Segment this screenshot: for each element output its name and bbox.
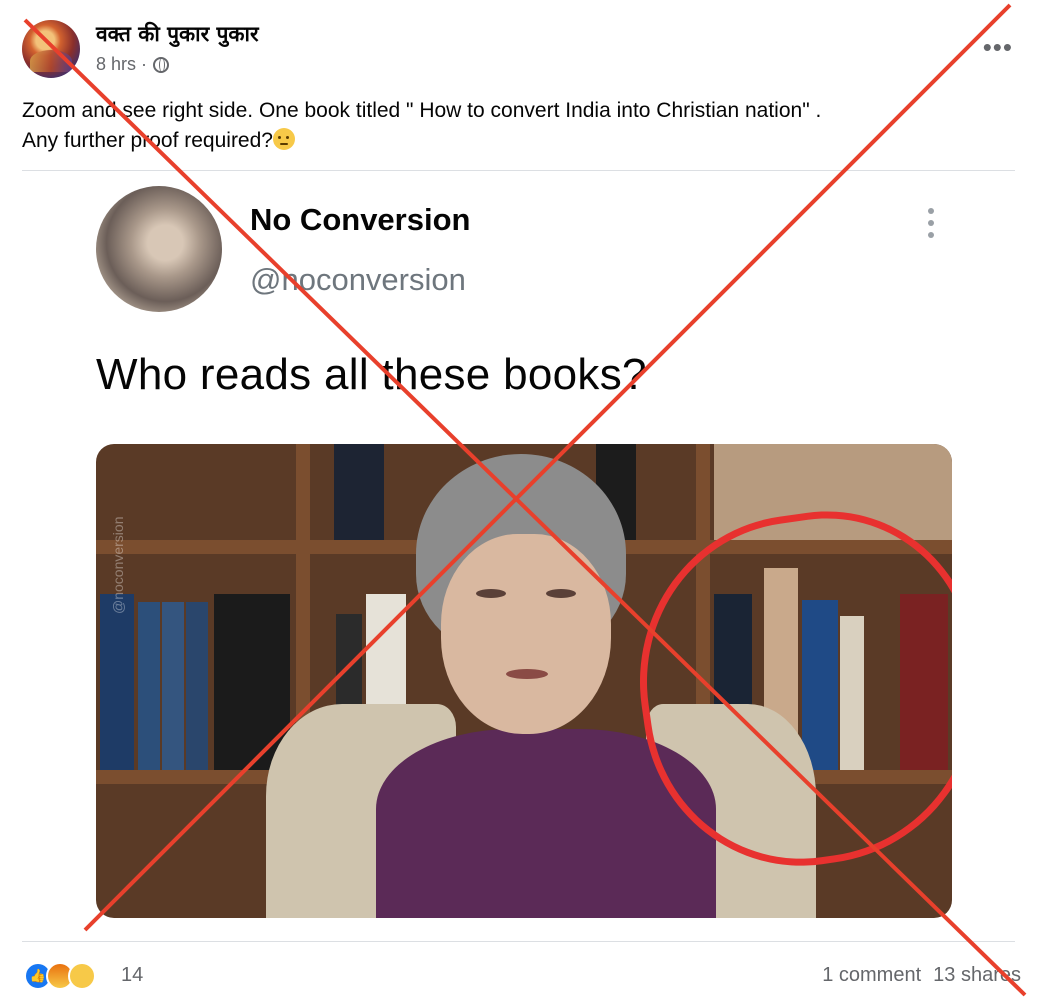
- photo-watermark: @noconversion: [110, 516, 126, 615]
- tweet-author-name: No Conversion: [250, 202, 471, 237]
- tweet-avatar: [96, 186, 222, 312]
- eye: [546, 589, 576, 598]
- caption-line-1: Zoom and see right side. One book titled…: [22, 99, 822, 122]
- book: [138, 602, 160, 770]
- book: [100, 594, 134, 770]
- post-meta: 8 hrs ·: [96, 54, 170, 75]
- book: [162, 602, 184, 770]
- rolling-eyes-emoji-icon: [272, 128, 295, 150]
- divider: [22, 941, 1015, 942]
- tweet-author-handle: @noconversion: [250, 262, 466, 297]
- tweet-kebab-icon: [928, 208, 936, 244]
- globe-icon: [153, 56, 170, 73]
- page-name[interactable]: वक्त की पुकार पुकार: [96, 20, 259, 48]
- caption-line-2: Any further proof required?: [22, 129, 273, 152]
- caption-line-2-wrap: Any further proof required?: [22, 126, 982, 156]
- post-header: वक्त की पुकार पुकार 8 hrs · •••: [0, 0, 1037, 90]
- post-caption: Zoom and see right side. One book titled…: [22, 96, 982, 156]
- face: [441, 534, 611, 734]
- eye: [476, 589, 506, 598]
- comments-count[interactable]: 1 comment: [822, 964, 921, 987]
- sad-reaction-icon: [68, 962, 96, 990]
- reaction-count[interactable]: 14: [121, 964, 143, 987]
- more-options-icon[interactable]: •••: [983, 34, 1013, 60]
- book: [186, 602, 208, 770]
- tweet-photo: @noconversion: [96, 444, 952, 918]
- shares-count[interactable]: 13 shares: [933, 964, 1021, 987]
- engagement-stats: 1 comment 13 shares: [822, 964, 1021, 987]
- book: [334, 444, 384, 540]
- post-time[interactable]: 8 hrs ·: [96, 54, 147, 75]
- page-avatar[interactable]: [22, 20, 80, 78]
- tweet-text: Who reads all these books?: [96, 350, 647, 399]
- mouth: [506, 669, 548, 679]
- reactions-summary[interactable]: 👍: [24, 962, 96, 990]
